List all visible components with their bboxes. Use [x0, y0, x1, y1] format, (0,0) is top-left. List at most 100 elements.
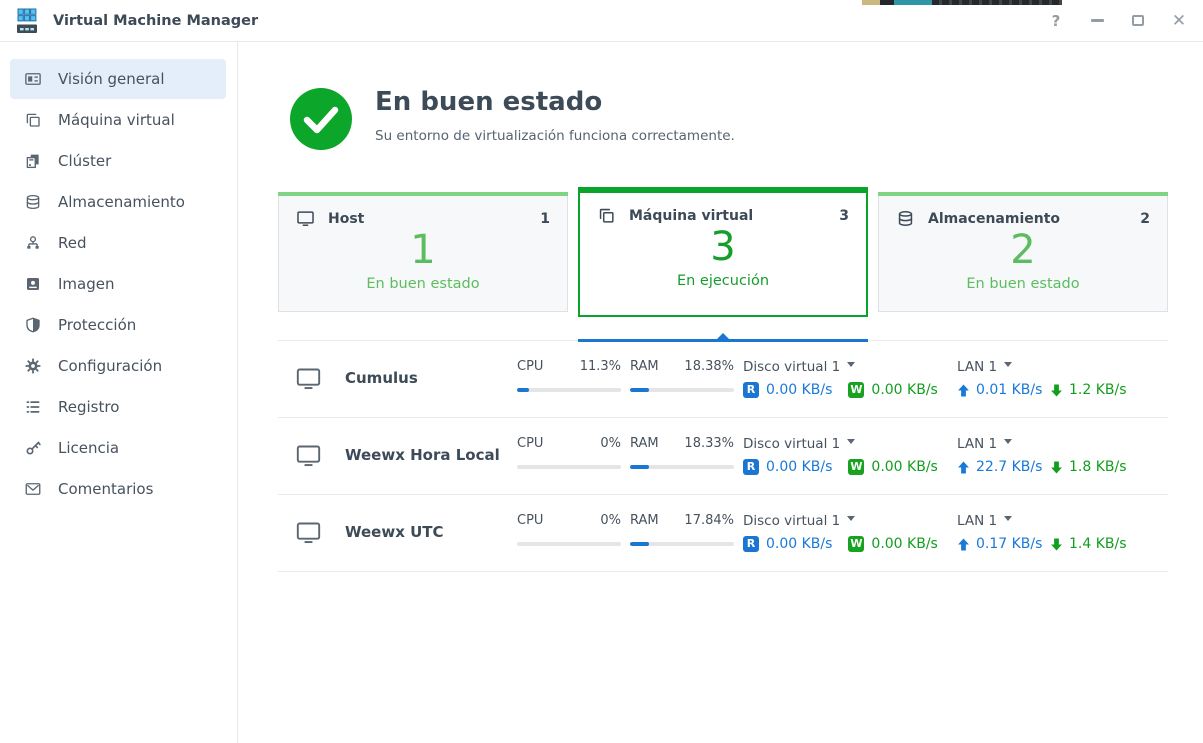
ram-label: RAM: [630, 436, 659, 452]
lan-metric: LAN 1 22.7 KB/s 1.8 KB/s: [957, 418, 1127, 475]
key-icon: [24, 439, 42, 457]
cpu-metric: CPU 11.3%: [517, 341, 621, 392]
shield-icon: [24, 316, 42, 334]
overview-icon: [24, 70, 42, 88]
sidebar-item-vision-general[interactable]: Visión general: [10, 59, 226, 99]
maximize-button[interactable]: [1127, 10, 1149, 32]
lan-selector-label: LAN 1: [957, 436, 997, 452]
ram-label: RAM: [630, 513, 659, 529]
ram-progressbar: [630, 542, 734, 546]
cpu-value: 0%: [600, 513, 621, 529]
vm-icon: [597, 206, 616, 225]
vm-row-weewx-hora-local[interactable]: Weewx Hora Local CPU 0% RAM 18.33% Disco…: [278, 418, 1168, 495]
summary-cards: Host 1 1 En buen estado Máquina virtual …: [278, 187, 1168, 317]
host-card[interactable]: Host 1 1 En buen estado: [278, 192, 568, 312]
ram-value: 18.38%: [684, 359, 734, 375]
lan-upload-value: 0.01 KB/s: [976, 382, 1050, 398]
vm-list: Cumulus CPU 11.3% RAM 18.38% Disco virtu…: [278, 340, 1168, 572]
sidebar-item-label: Licencia: [58, 439, 119, 457]
lan-selector[interactable]: LAN 1: [957, 359, 1127, 375]
card-status: En buen estado: [879, 276, 1167, 292]
health-status-header: En buen estado Su entorno de virtualizac…: [290, 88, 1168, 150]
app-title: Virtual Machine Manager: [53, 13, 258, 29]
log-list-icon: [24, 398, 42, 416]
cluster-icon: [24, 152, 42, 170]
lan-download-value: 1.4 KB/s: [1069, 536, 1127, 552]
disk-metric: Disco virtual 1 R 0.00 KB/s W 0.00 KB/s: [743, 418, 938, 475]
chevron-down-icon: [847, 362, 855, 367]
status-subtitle: Su entorno de virtualización funciona co…: [375, 128, 735, 144]
card-status: En buen estado: [279, 276, 567, 292]
chevron-down-icon: [1004, 362, 1012, 367]
lan-selector[interactable]: LAN 1: [957, 436, 1127, 452]
card-count: 1: [540, 211, 550, 227]
sidebar-item-label: Registro: [58, 398, 119, 416]
status-title: En buen estado: [375, 88, 735, 117]
lan-download-value: 1.8 KB/s: [1069, 459, 1127, 475]
vm-row-cumulus[interactable]: Cumulus CPU 11.3% RAM 18.38% Disco virtu…: [278, 341, 1168, 418]
help-button[interactable]: ?: [1045, 10, 1067, 32]
sidebar-item-label: Comentarios: [58, 480, 153, 498]
sidebar-item-label: Clúster: [58, 152, 111, 170]
sidebar-item-proteccion[interactable]: Protección: [10, 305, 226, 345]
disk-selector-label: Disco virtual 1: [743, 513, 840, 529]
sidebar-item-red[interactable]: Red: [10, 223, 226, 263]
cpu-metric: CPU 0%: [517, 418, 621, 469]
write-badge: W: [848, 459, 864, 475]
download-icon: [1050, 384, 1063, 397]
vm-row-weewx-utc[interactable]: Weewx UTC CPU 0% RAM 17.84% Disco virtua…: [278, 495, 1168, 572]
lan-download-value: 1.2 KB/s: [1069, 382, 1127, 398]
upload-icon: [957, 538, 970, 551]
disk-selector-label: Disco virtual 1: [743, 359, 840, 375]
sidebar-item-configuracion[interactable]: Configuración: [10, 346, 226, 386]
cpu-label: CPU: [517, 359, 543, 375]
sidebar-item-registro[interactable]: Registro: [10, 387, 226, 427]
lan-selector-label: LAN 1: [957, 513, 997, 529]
lan-upload-value: 22.7 KB/s: [976, 459, 1050, 475]
maximize-icon: [1132, 15, 1144, 26]
card-big-number: 2: [879, 229, 1167, 271]
cpu-progressbar: [517, 388, 621, 392]
close-button[interactable]: ✕: [1168, 10, 1190, 32]
card-title: Máquina virtual: [629, 208, 753, 224]
sidebar-item-label: Configuración: [58, 357, 162, 375]
sidebar-item-almacenamiento[interactable]: Almacenamiento: [10, 182, 226, 222]
sidebar: Visión general Máquina virtual Clúster: [0, 42, 238, 743]
card-title: Almacenamiento: [928, 211, 1060, 227]
minimize-button[interactable]: [1086, 10, 1108, 32]
disk-selector[interactable]: Disco virtual 1: [743, 513, 938, 529]
storage-card[interactable]: Almacenamiento 2 2 En buen estado: [878, 192, 1168, 312]
main-panel: En buen estado Su entorno de virtualizac…: [238, 42, 1203, 743]
ram-metric: RAM 17.84%: [630, 495, 734, 546]
chevron-down-icon: [847, 516, 855, 521]
ram-progressbar: [630, 388, 734, 392]
sidebar-item-label: Almacenamiento: [58, 193, 185, 211]
upload-icon: [957, 384, 970, 397]
indicator-caret-icon: [717, 333, 729, 339]
vm-name: Weewx UTC: [345, 523, 444, 541]
card-title: Host: [328, 211, 364, 227]
write-badge: W: [848, 536, 864, 552]
sidebar-item-imagen[interactable]: Imagen: [10, 264, 226, 304]
sidebar-item-licencia[interactable]: Licencia: [10, 428, 226, 468]
download-icon: [1050, 538, 1063, 551]
card-big-number: 1: [279, 229, 567, 271]
sidebar-item-maquina-virtual[interactable]: Máquina virtual: [10, 100, 226, 140]
virtual-machine-card[interactable]: Máquina virtual 3 3 En ejecución: [578, 187, 868, 317]
vmm-app-icon: [12, 6, 42, 36]
sidebar-item-cluster[interactable]: Clúster: [10, 141, 226, 181]
lan-selector[interactable]: LAN 1: [957, 513, 1127, 529]
chevron-down-icon: [847, 439, 855, 444]
mail-icon: [24, 480, 42, 498]
cpu-progressbar: [517, 465, 621, 469]
disk-write-value: 0.00 KB/s: [871, 382, 937, 398]
disk-selector[interactable]: Disco virtual 1: [743, 436, 938, 452]
disk-write-value: 0.00 KB/s: [871, 536, 937, 552]
disk-selector[interactable]: Disco virtual 1: [743, 359, 938, 375]
disk-read-value: 0.00 KB/s: [766, 536, 832, 552]
disk-write-value: 0.00 KB/s: [871, 459, 937, 475]
network-icon: [24, 234, 42, 252]
disk-metric: Disco virtual 1 R 0.00 KB/s W 0.00 KB/s: [743, 341, 938, 398]
sidebar-item-comentarios[interactable]: Comentarios: [10, 469, 226, 509]
disk-metric: Disco virtual 1 R 0.00 KB/s W 0.00 KB/s: [743, 495, 938, 552]
